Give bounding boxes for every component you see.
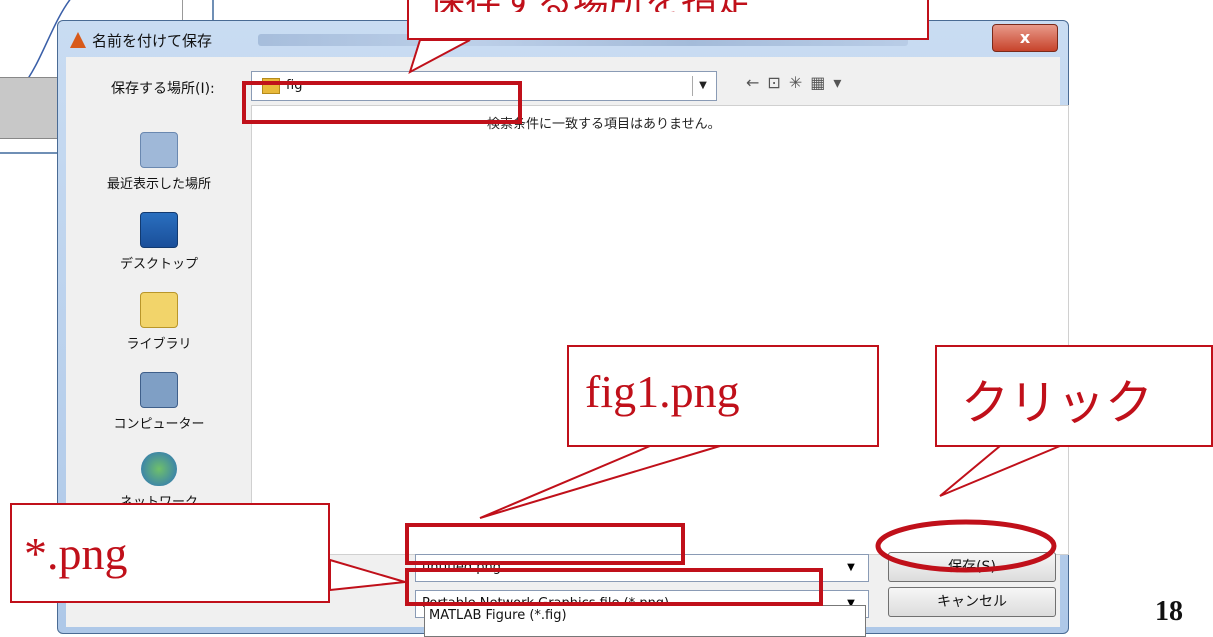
recent-places-icon xyxy=(140,132,178,168)
desktop-icon xyxy=(140,212,178,248)
file-list[interactable]: 検索条件に一致する項目はありません。 xyxy=(251,105,1069,555)
save-in-highlight xyxy=(242,81,522,124)
place-label: コンピューター xyxy=(113,417,205,432)
back-icon[interactable]: ← xyxy=(746,73,767,92)
filename-callout-text: fig1.png xyxy=(585,366,740,417)
place-network[interactable]: ネットワーク xyxy=(74,452,244,510)
click-callout-text: クリック xyxy=(961,375,1154,431)
filename-callout: fig1.png xyxy=(567,345,879,447)
save-in-label: 保存する場所(I): xyxy=(111,81,215,97)
empty-message: 検索条件に一致する項目はありません。 xyxy=(487,117,721,132)
filetype-callout-text: *.png xyxy=(24,528,128,579)
matlab-icon xyxy=(70,32,86,48)
filename-highlight xyxy=(405,523,685,565)
chevron-down-icon[interactable]: ▼ xyxy=(840,558,862,578)
place-label: 最近表示した場所 xyxy=(106,177,211,192)
up-folder-icon[interactable]: ⊡ xyxy=(767,73,788,92)
filetype-option[interactable]: MATLAB Figure (*.fig) xyxy=(429,608,567,623)
library-icon xyxy=(140,292,178,328)
place-desktop[interactable]: デスクトップ xyxy=(74,212,244,272)
place-recent[interactable]: 最近表示した場所 xyxy=(74,132,244,192)
navigation-toolbar: ←⊡✳▦▾ xyxy=(746,73,849,92)
place-library[interactable]: ライブラリ xyxy=(74,292,244,352)
filename-label: ): xyxy=(338,561,348,576)
view-menu-icon[interactable]: ▦▾ xyxy=(810,73,849,92)
save-location-callout-text: 保存する場所を指定 xyxy=(429,0,909,12)
save-button-highlight xyxy=(875,519,1057,573)
place-label: デスクトップ xyxy=(119,257,198,272)
cancel-button[interactable]: キャンセル xyxy=(888,587,1056,617)
filetype-dropdown-list[interactable]: MATLAB Figure (*.fig) xyxy=(424,605,866,637)
place-label: ライブラリ xyxy=(126,337,192,352)
save-location-callout: 保存する場所を指定 xyxy=(407,0,929,40)
place-computer[interactable]: コンピューター xyxy=(74,372,244,432)
slide-page-number: 18 xyxy=(1155,596,1183,627)
close-button[interactable]: x xyxy=(992,24,1058,52)
network-icon xyxy=(141,452,177,486)
computer-icon xyxy=(140,372,178,408)
filetype-highlight xyxy=(405,568,823,606)
dialog-title: 名前を付けて保存 xyxy=(92,33,213,50)
new-folder-icon[interactable]: ✳ xyxy=(789,73,810,92)
filetype-callout: *.png xyxy=(10,503,330,603)
click-callout: クリック xyxy=(935,345,1213,447)
chevron-down-icon[interactable]: ▼ xyxy=(692,76,713,96)
